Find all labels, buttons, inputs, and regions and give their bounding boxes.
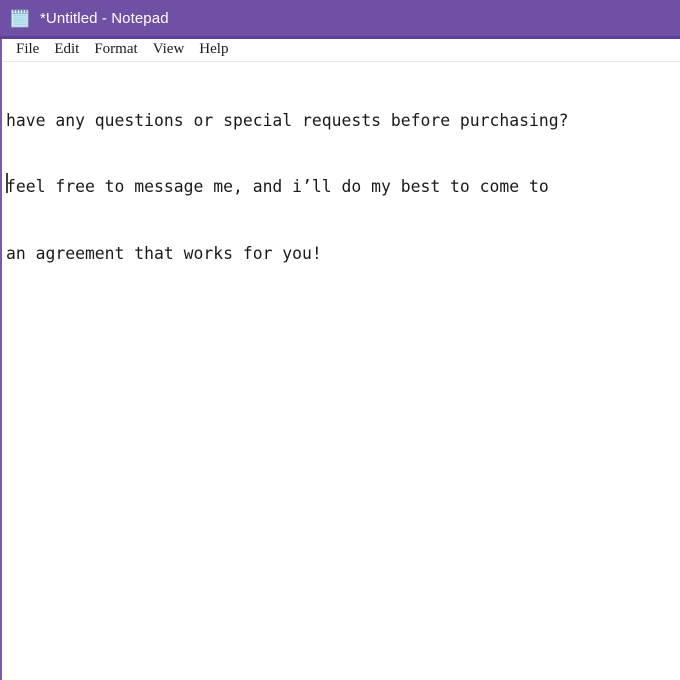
notepad-window: *Untitled - Notepad File Edit Format Vie…	[0, 0, 680, 680]
text-caret	[6, 173, 8, 193]
menu-item-file[interactable]: File	[9, 41, 47, 59]
editor-text: have any questions or special requests b…	[6, 65, 680, 310]
menu-item-help[interactable]: Help	[192, 41, 236, 59]
menu-item-view[interactable]: View	[146, 41, 193, 59]
title-bar[interactable]: *Untitled - Notepad	[0, 0, 680, 39]
window-title: *Untitled - Notepad	[40, 9, 169, 27]
editor-line: feel free to message me, and i’ll do my …	[6, 177, 549, 197]
editor-line: an agreement that works for you!	[6, 244, 322, 264]
menu-item-edit[interactable]: Edit	[47, 41, 87, 59]
notepad-icon	[10, 8, 31, 29]
text-editor[interactable]: have any questions or special requests b…	[2, 63, 680, 680]
menu-item-format[interactable]: Format	[87, 41, 145, 59]
editor-line: have any questions or special requests b…	[6, 110, 569, 130]
menu-bar: File Edit Format View Help	[2, 39, 680, 62]
